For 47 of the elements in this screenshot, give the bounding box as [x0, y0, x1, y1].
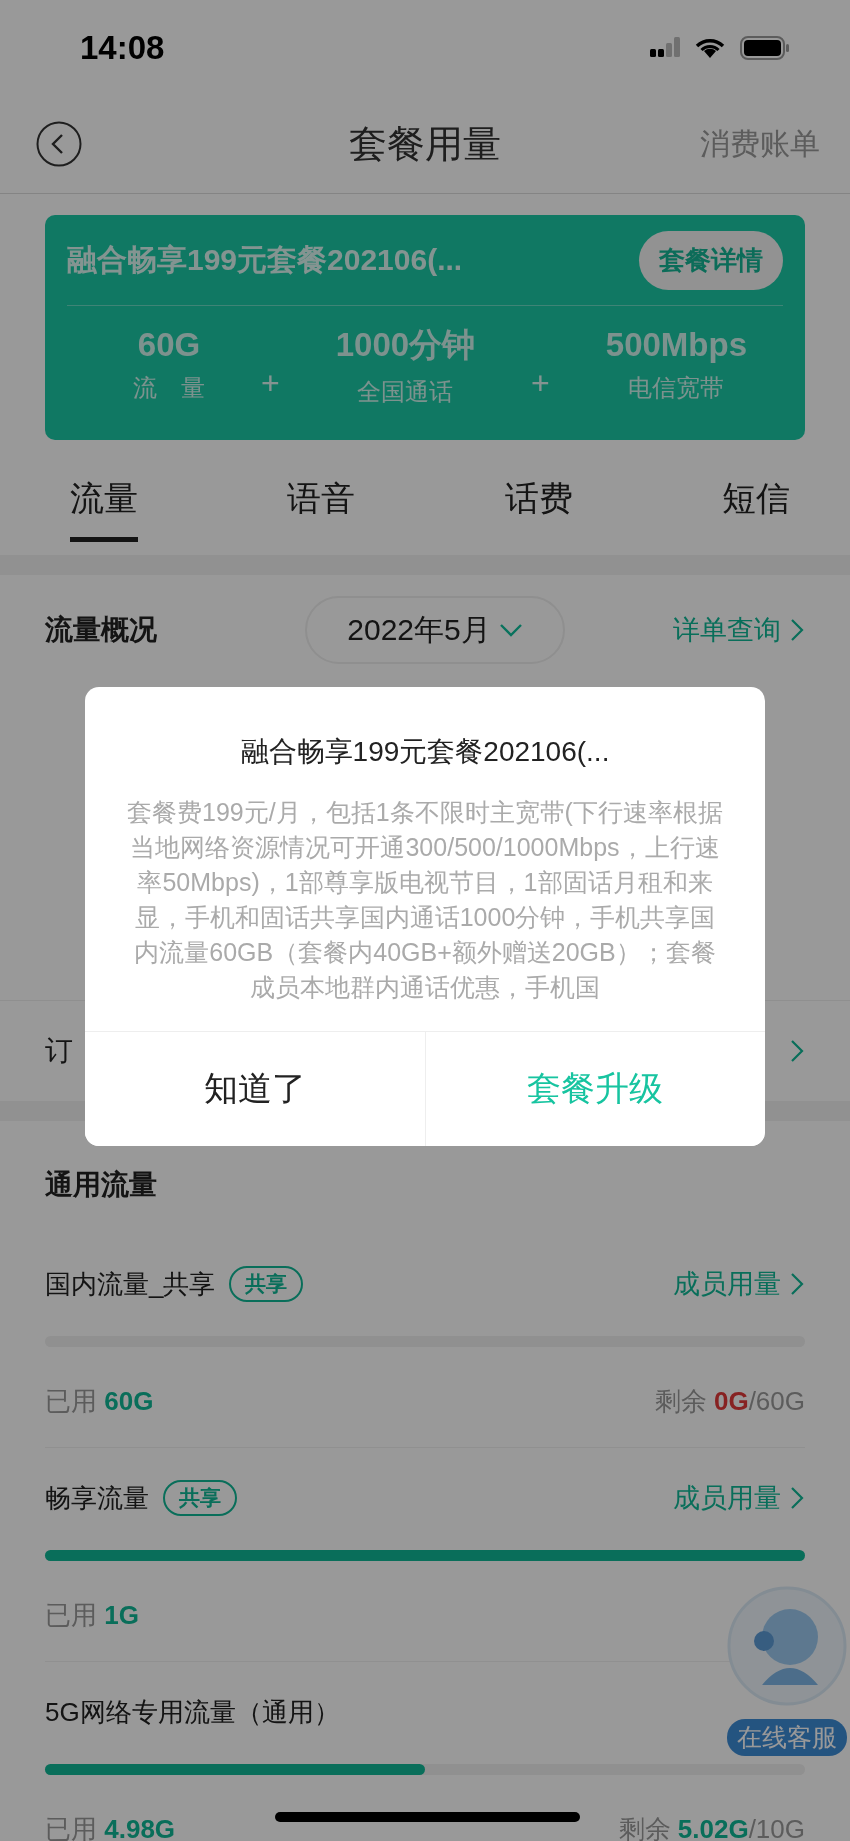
dialog-text: 套餐费199元/月，包括1条不限时主宽带(下行速率根据当地网络资源情况可开通300/500/1000Mbps，上行速率50Mbps)，1部尊享版电视节目，1部固话月租和来显，手机和固话共享国内通话1000分钟，手机共享国内流量60GB（套餐内40GB+额外赠送20GB）；套餐成员本地群内通话优惠，手机国 [126, 797, 724, 1003]
plan-name: 融合畅享199元套餐202106(... [67, 241, 463, 278]
tab[interactable]: 流量 [70, 460, 138, 542]
chevron-down-icon [498, 623, 523, 637]
stat-label: 全国通话 [356, 376, 455, 407]
usage-name: 5G网络专用流量（通用） [45, 1695, 340, 1729]
section-title: 通用流量 [44, 1168, 158, 1202]
back-icon[interactable] [36, 121, 82, 167]
remaining-amount: 剩余 0G/60G [654, 1384, 805, 1418]
detail-link[interactable]: 详单查询 [673, 612, 805, 648]
plus-sign: + [531, 364, 550, 402]
stat-value: 500Mbps [605, 326, 747, 364]
remaining-amount: 剩余 5.02G/10G [618, 1812, 805, 1841]
plus-sign: + [261, 364, 280, 402]
battery-icon [740, 35, 790, 60]
page-title: 套餐用量 [349, 121, 501, 167]
stat-value: 1000分钟 [335, 324, 476, 365]
upgrade-button[interactable]: 套餐升级 [424, 1032, 765, 1146]
tab[interactable]: 话费 [504, 460, 573, 542]
used-amount: 已用 60G [45, 1384, 154, 1418]
shared-tag: 共享 [229, 1266, 304, 1302]
chevron-right-icon [789, 617, 805, 643]
assistant-avatar-icon[interactable] [726, 1585, 848, 1707]
chevron-right-icon[interactable] [789, 1038, 805, 1064]
chevron-right-icon [789, 1271, 805, 1297]
usage-name: 畅享流量 [45, 1481, 149, 1515]
details-button[interactable]: 套餐详情 [639, 230, 783, 290]
members-link[interactable]: 成员用量 [673, 1266, 805, 1302]
usage-name: 国内流量_共享 [45, 1267, 216, 1301]
used-amount: 已用 4.98G [45, 1812, 176, 1841]
row-label: 订 [45, 1034, 73, 1068]
tab[interactable]: 语音 [287, 460, 356, 542]
stat-label: 流 量 [133, 373, 205, 403]
signal-icon [650, 36, 680, 59]
tab[interactable]: 短信 [722, 460, 790, 542]
month-picker[interactable]: 2022年5月 [305, 596, 565, 664]
used-amount: 已用 1G [45, 1598, 139, 1632]
chevron-right-icon [789, 1485, 805, 1511]
bill-link[interactable]: 消费账单 [700, 123, 820, 165]
stat-label: 电信宽带 [627, 373, 726, 403]
chat-button[interactable]: 在线客服 [727, 1719, 847, 1756]
dialog-title: 融合畅享199元套餐202106(... [239, 735, 611, 769]
clock-time: 14:08 [80, 28, 165, 67]
members-link[interactable]: 成员用量 [673, 1480, 805, 1516]
section-title: 流量概况 [45, 613, 157, 647]
shared-tag: 共享 [163, 1480, 237, 1516]
stat-value: 60G [136, 326, 202, 364]
